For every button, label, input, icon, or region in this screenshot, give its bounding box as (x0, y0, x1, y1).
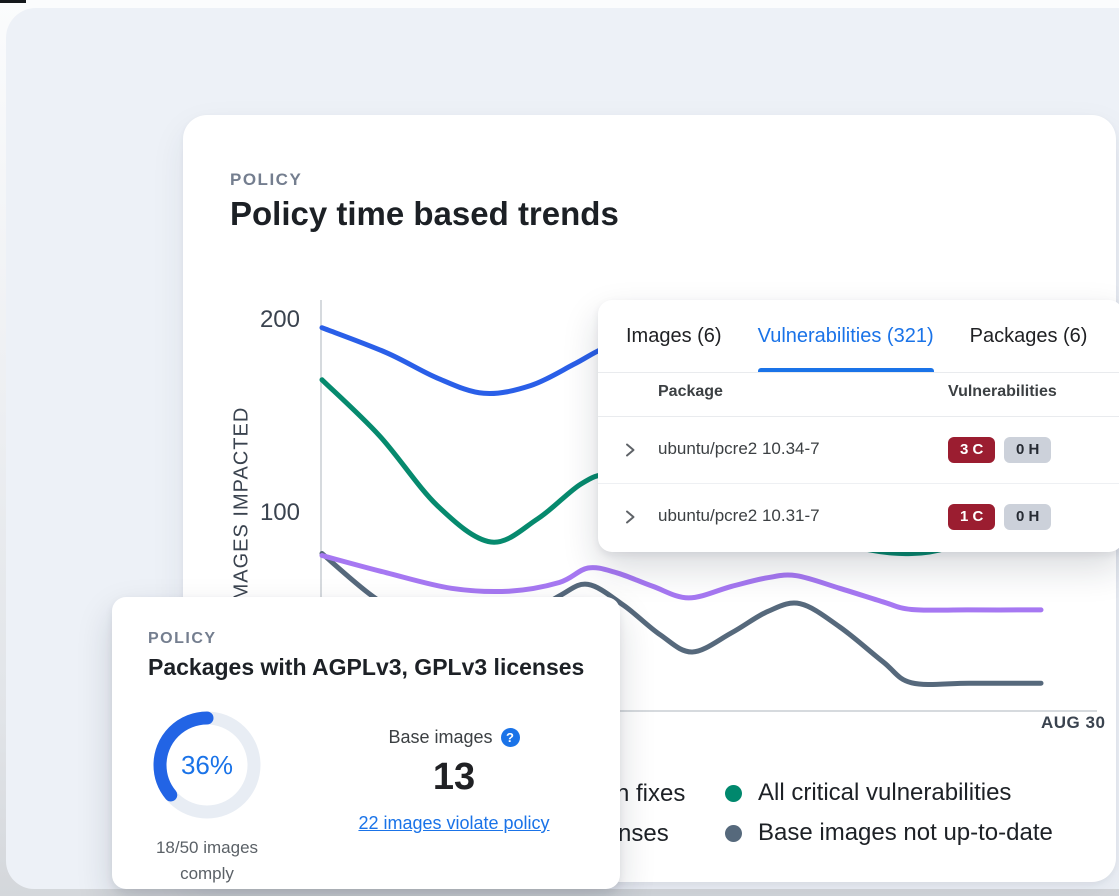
legend-dot-teal-icon (725, 785, 742, 802)
help-icon[interactable]: ? (501, 728, 520, 747)
package-name: ubuntu/pcre2 10.34-7 (658, 439, 820, 459)
page-title: Policy time based trends (230, 195, 619, 233)
x-axis-tick-aug30: AUG 30 (1041, 713, 1105, 733)
license-policy-panel: POLICY Packages with AGPLv3, GPLv3 licen… (112, 597, 620, 889)
license-policy-title: Packages with AGPLv3, GPLv3 licenses (148, 654, 584, 681)
caption-line-2: comply (137, 861, 277, 887)
table-header: Package Vulnerabilities (598, 373, 1119, 417)
legend-item-all-critical: All critical vulnerabilities (725, 778, 1011, 808)
chevron-right-icon[interactable] (622, 509, 638, 525)
legend-item-fragment-fixes: n fixes (616, 780, 685, 808)
compliance-caption: 18/50 images comply (137, 835, 277, 887)
compliance-percent: 36% (151, 709, 263, 821)
base-images-stat: Base images ? 13 22 images violate polic… (344, 727, 564, 834)
critical-count-badge: 3 C (948, 437, 995, 463)
table-row[interactable]: ubuntu/pcre2 10.34-7 3 C 0 H (598, 417, 1119, 484)
legend-dot-slate-icon (725, 825, 742, 842)
chevron-right-icon[interactable] (622, 442, 638, 458)
critical-count-badge: 1 C (948, 504, 995, 530)
tab-images[interactable]: Images (6) (626, 300, 722, 372)
top-left-edge-artifact (0, 0, 26, 3)
legend-item-base-images: Base images not up-to-date (725, 818, 1053, 848)
column-header-vulnerabilities: Vulnerabilities (948, 383, 1057, 401)
package-name: ubuntu/pcre2 10.31-7 (658, 506, 820, 526)
legend-label: Base images not up-to-date (758, 819, 1053, 847)
base-images-label: Base images (388, 727, 492, 748)
card-eyebrow: POLICY (148, 630, 217, 648)
card-eyebrow: POLICY (230, 170, 302, 190)
column-header-package: Package (658, 383, 723, 401)
legend-item-fragment-licenses: nses (618, 820, 669, 848)
caption-line-1: 18/50 images (137, 835, 277, 861)
base-images-count: 13 (433, 756, 475, 799)
legend-label: All critical vulnerabilities (758, 779, 1011, 807)
y-axis-tick-200: 200 (230, 306, 300, 334)
tab-vulnerabilities[interactable]: Vulnerabilities (321) (758, 300, 934, 372)
tab-packages[interactable]: Packages (6) (970, 300, 1088, 372)
high-count-badge: 0 H (1004, 504, 1051, 530)
high-count-badge: 0 H (1004, 437, 1051, 463)
vulnerabilities-panel: Images (6) Vulnerabilities (321) Package… (598, 300, 1119, 552)
table-row[interactable]: ubuntu/pcre2 10.31-7 1 C 0 H (598, 484, 1119, 550)
violations-link[interactable]: 22 images violate policy (358, 813, 549, 834)
tab-bar: Images (6) Vulnerabilities (321) Package… (598, 300, 1119, 373)
